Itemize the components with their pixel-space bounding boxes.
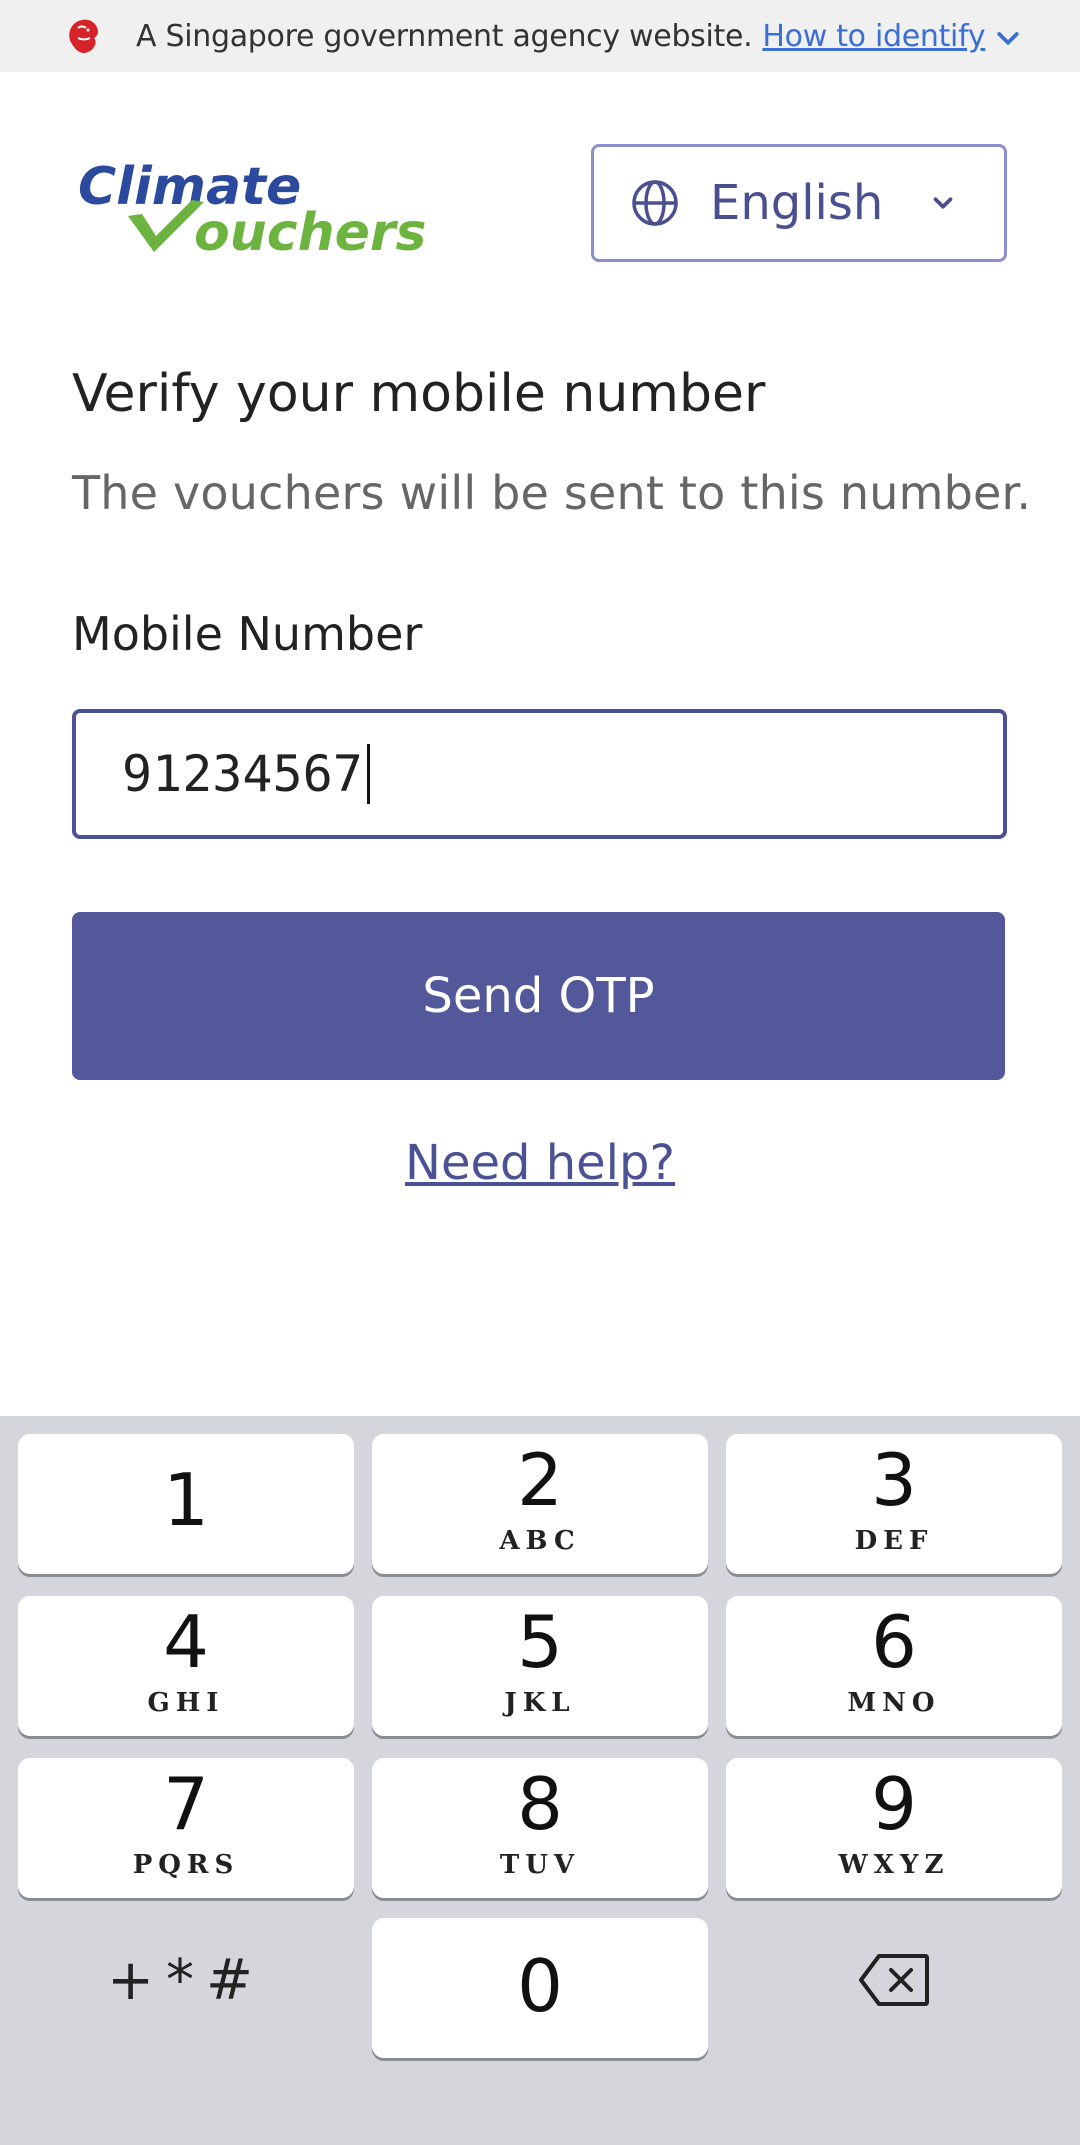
key-4[interactable]: 4 GHI xyxy=(18,1596,354,1736)
language-select[interactable]: English xyxy=(591,144,1007,262)
need-help-link[interactable]: Need help? xyxy=(0,1135,1080,1191)
gov-banner-text: A Singapore government agency website. xyxy=(136,18,753,54)
mobile-number-label: Mobile Number xyxy=(72,607,423,661)
key-0[interactable]: 0 xyxy=(372,1918,708,2058)
climate-vouchers-logo: Climate ouchers xyxy=(78,158,426,254)
key-9[interactable]: 9 WXYZ xyxy=(726,1758,1062,1898)
backspace-icon xyxy=(859,1954,929,2006)
key-2[interactable]: 2 ABC xyxy=(372,1434,708,1574)
chevron-down-icon[interactable] xyxy=(993,24,1023,54)
key-letters: MNO xyxy=(847,1688,941,1718)
mobile-number-value: 91234567 xyxy=(122,745,363,803)
key-digit: 5 xyxy=(517,1600,563,1684)
language-label: English xyxy=(710,175,884,231)
key-letters: TUV xyxy=(499,1850,581,1880)
key-digit: 0 xyxy=(517,1944,563,2028)
how-to-identify-link[interactable]: How to identify xyxy=(762,19,985,54)
key-5[interactable]: 5 JKL xyxy=(372,1596,708,1736)
key-letters: GHI xyxy=(147,1688,225,1718)
send-otp-button[interactable]: Send OTP xyxy=(72,912,1005,1080)
backspace-key[interactable] xyxy=(726,1920,1062,2040)
key-letters: ABC xyxy=(499,1526,581,1556)
key-3[interactable]: 3 DEF xyxy=(726,1434,1062,1574)
logo-vouchers-text: ouchers xyxy=(194,203,426,254)
key-letters: DEF xyxy=(854,1526,934,1556)
key-digit: 7 xyxy=(163,1762,209,1846)
key-7[interactable]: 7 PQRS xyxy=(18,1758,354,1898)
key-letters: JKL xyxy=(504,1688,576,1718)
globe-icon xyxy=(632,180,678,226)
key-digit: 4 xyxy=(163,1600,209,1684)
singapore-lion-icon xyxy=(69,19,98,54)
symbols-key[interactable]: +*# xyxy=(18,1920,354,2040)
key-letters: PQRS xyxy=(132,1850,240,1880)
chevron-down-icon xyxy=(933,197,953,209)
gov-banner: A Singapore government agency website. H… xyxy=(0,0,1080,72)
key-digit: 8 xyxy=(517,1762,563,1846)
text-caret xyxy=(366,744,370,804)
key-digit: 2 xyxy=(517,1438,563,1522)
key-1[interactable]: 1 xyxy=(18,1434,354,1574)
page-title: Verify your mobile number xyxy=(72,364,766,424)
key-digit: 9 xyxy=(871,1762,917,1846)
key-8[interactable]: 8 TUV xyxy=(372,1758,708,1898)
key-digit: 1 xyxy=(163,1458,209,1542)
mobile-number-input[interactable]: 91234567 xyxy=(72,709,1007,839)
key-digit: 3 xyxy=(871,1438,917,1522)
key-letters: WXYZ xyxy=(838,1850,950,1880)
key-6[interactable]: 6 MNO xyxy=(726,1596,1062,1736)
page-subtitle: The vouchers will be sent to this number… xyxy=(72,466,1032,520)
key-digit: 6 xyxy=(871,1600,917,1684)
